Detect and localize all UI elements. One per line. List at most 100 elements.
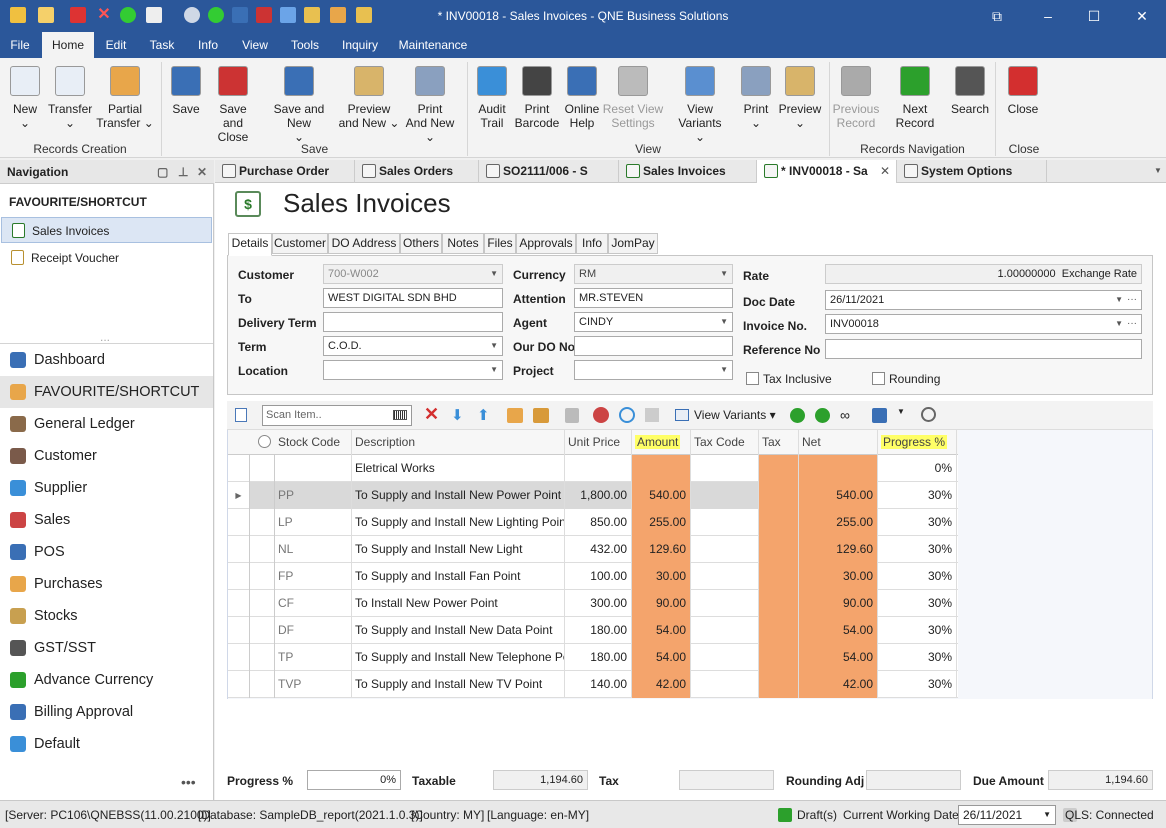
module-gst-sst[interactable]: GST/SST xyxy=(0,632,213,664)
table-row[interactable]: CF To Install New Power Point 300.00 90.00 9… xyxy=(228,590,958,617)
restore-icon[interactable]: ⧉ xyxy=(987,6,1007,26)
cell-desc[interactable]: Eletrical Works xyxy=(352,455,565,482)
cell-taxcode[interactable] xyxy=(691,536,759,563)
subtab-others[interactable]: Others xyxy=(400,233,442,254)
invoice-no-field[interactable]: INV00018 ▼ ··· xyxy=(825,314,1142,334)
cell-net[interactable]: 255.00 xyxy=(799,509,878,536)
more-icon[interactable]: ••• xyxy=(181,774,196,790)
print-new-button[interactable]: Print And New ⌄ xyxy=(402,66,458,144)
barcode-button[interactable]: Print Barcode xyxy=(514,66,560,130)
table-row[interactable]: NL To Supply and Install New Light 432.00 1… xyxy=(228,536,958,563)
table-row[interactable]: ▶ PP To Supply and Install New Power Point… xyxy=(228,482,958,509)
module-billing-approval[interactable]: Billing Approval xyxy=(0,696,213,728)
next-record-button[interactable]: Next Record xyxy=(882,66,948,130)
module-favourite-shortcut[interactable]: FAVOURITE/SHORTCUT xyxy=(0,376,213,408)
cell-taxcode[interactable] xyxy=(691,671,759,698)
view-variants-button[interactable]: View Variants ▾ xyxy=(694,408,776,422)
cell-desc[interactable]: To Install New Power Point xyxy=(352,590,565,617)
delivery-term-field[interactable] xyxy=(323,312,503,332)
window-close-icon[interactable]: ✕ xyxy=(1132,6,1152,26)
doc-tab[interactable]: Purchase Order xyxy=(215,160,355,183)
partial-transfer-button[interactable]: Partial Transfer ⌄ xyxy=(94,66,156,130)
menu-file[interactable]: File xyxy=(0,32,40,58)
cell-price[interactable]: 432.00 xyxy=(565,536,632,563)
copy-icon[interactable] xyxy=(507,408,523,423)
customer-field[interactable]: 700-W002 ▼ xyxy=(323,264,503,284)
subtab-approvals[interactable]: Approvals xyxy=(516,233,576,254)
column-header-amount[interactable]: Amount xyxy=(632,430,691,455)
cell-net[interactable]: 30.00 xyxy=(799,563,878,590)
preview-new-button[interactable]: Preview and New ⌄ xyxy=(338,66,400,130)
cell-desc[interactable]: To Supply and Install New TV Point xyxy=(352,671,565,698)
module-customer[interactable]: Customer xyxy=(0,440,213,472)
row-check[interactable] xyxy=(250,671,275,698)
row-check[interactable] xyxy=(250,644,275,671)
cell-desc[interactable]: To Supply and Install Fan Point xyxy=(352,563,565,590)
close-button[interactable]: Close xyxy=(1002,66,1044,116)
currency-field[interactable]: RM ▼ xyxy=(574,264,733,284)
subtab-notes[interactable]: Notes xyxy=(442,233,484,254)
menu-edit[interactable]: Edit xyxy=(96,32,136,58)
row-check[interactable] xyxy=(250,563,275,590)
cell-desc[interactable]: To Supply and Install New Telephone Poin… xyxy=(352,644,565,671)
row-check[interactable] xyxy=(250,617,275,644)
cell-tax[interactable] xyxy=(759,563,799,590)
column-header-progress-[interactable]: Progress % xyxy=(878,430,957,455)
cell-price[interactable] xyxy=(565,455,632,482)
transfer-button[interactable]: Transfer ⌄ xyxy=(48,66,92,130)
move-down-icon[interactable]: ⬇ xyxy=(451,406,464,424)
cell-net[interactable]: 54.00 xyxy=(799,644,878,671)
table-row[interactable]: LP To Supply and Install New Lighting Poi… xyxy=(228,509,958,536)
delete-row-icon[interactable]: ✕ xyxy=(424,404,439,425)
subtab-details[interactable]: Details xyxy=(228,233,272,256)
column-header-stock-code[interactable]: Stock Code xyxy=(275,430,352,455)
cell-price[interactable]: 180.00 xyxy=(565,644,632,671)
save-grid-dropdown-icon[interactable]: ▼ xyxy=(897,407,905,416)
previous-icon[interactable] xyxy=(790,408,805,423)
close-panel-icon[interactable]: ✕ xyxy=(197,160,207,184)
reference-field[interactable] xyxy=(825,339,1142,359)
save-close-button[interactable]: Save and Close xyxy=(208,66,258,144)
cell-taxcode[interactable] xyxy=(691,509,759,536)
cell-amount[interactable]: 255.00 xyxy=(632,509,691,536)
menu-view[interactable]: View xyxy=(232,32,278,58)
cell-price[interactable]: 300.00 xyxy=(565,590,632,617)
cell-tax[interactable] xyxy=(759,509,799,536)
shortcut-item[interactable]: Sales Invoices xyxy=(1,217,212,243)
tab-close-icon[interactable]: ✕ xyxy=(880,160,890,183)
table-row[interactable]: TVP To Supply and Install New TV Point 140… xyxy=(228,671,958,698)
cell-net[interactable] xyxy=(799,455,878,482)
location-field[interactable]: ▼ xyxy=(323,360,503,380)
menu-info[interactable]: Info xyxy=(186,32,230,58)
cell-amount[interactable]: 129.60 xyxy=(632,536,691,563)
menu-task[interactable]: Task xyxy=(140,32,184,58)
pin-icon[interactable]: ⊥ xyxy=(178,160,188,184)
cell-progress[interactable]: 30% xyxy=(878,590,957,617)
cell-net[interactable]: 540.00 xyxy=(799,482,878,509)
module-stocks[interactable]: Stocks xyxy=(0,600,213,632)
row-check[interactable] xyxy=(250,509,275,536)
cell-tax[interactable] xyxy=(759,590,799,617)
table-row[interactable]: FP To Supply and Install Fan Point 100.00 3… xyxy=(228,563,958,590)
view-variants-button[interactable]: View Variants ⌄ xyxy=(664,66,736,144)
cell-amount[interactable]: 54.00 xyxy=(632,617,691,644)
cell-progress[interactable]: 30% xyxy=(878,671,957,698)
cell-progress[interactable]: 30% xyxy=(878,617,957,644)
cell-net[interactable]: 42.00 xyxy=(799,671,878,698)
row-check[interactable] xyxy=(250,590,275,617)
cell-price[interactable]: 1,800.00 xyxy=(565,482,632,509)
cell-net[interactable]: 90.00 xyxy=(799,590,878,617)
cell-amount[interactable]: 90.00 xyxy=(632,590,691,617)
rate-field[interactable]: 1.00000000 Exchange Rate xyxy=(825,264,1142,284)
cell-price[interactable]: 100.00 xyxy=(565,563,632,590)
term-field[interactable]: C.O.D. ▼ xyxy=(323,336,503,356)
module-supplier[interactable]: Supplier xyxy=(0,472,213,504)
subtab-jompay[interactable]: JomPay xyxy=(608,233,658,254)
cell-tax[interactable] xyxy=(759,644,799,671)
cell-progress[interactable]: 30% xyxy=(878,482,957,509)
cell-price[interactable]: 140.00 xyxy=(565,671,632,698)
progress-total-field[interactable]: 0% xyxy=(307,770,401,790)
cell-progress[interactable]: 30% xyxy=(878,644,957,671)
module-general-ledger[interactable]: General Ledger xyxy=(0,408,213,440)
minimize-icon[interactable]: – xyxy=(1038,6,1058,26)
